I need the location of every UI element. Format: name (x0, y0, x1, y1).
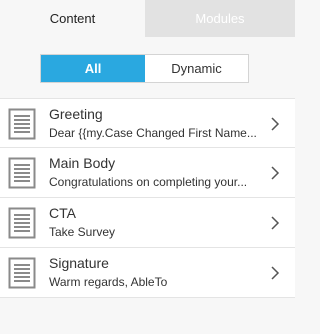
chevron-right-icon[interactable] (270, 215, 280, 231)
filter-dynamic-button[interactable]: Dynamic (145, 55, 248, 82)
list-item-title: Signature (49, 255, 109, 271)
chevron-right-icon[interactable] (270, 116, 280, 132)
list-item-subtitle: Take Survey (49, 225, 116, 239)
list-item-cta[interactable]: CTA Take Survey (0, 198, 295, 248)
document-icon (8, 207, 36, 239)
list-item-subtitle: Dear {{my.Case Changed First Name... (49, 126, 257, 140)
filter-segmented-control: All Dynamic (40, 54, 249, 83)
document-icon (8, 108, 36, 140)
document-icon (8, 157, 36, 189)
list-item-signature[interactable]: Signature Warm regards, AbleTo (0, 248, 295, 298)
tab-modules[interactable]: Modules (145, 0, 295, 37)
list-item-subtitle: Warm regards, AbleTo (49, 275, 168, 289)
filter-all-button[interactable]: All (41, 55, 145, 82)
chevron-right-icon[interactable] (270, 265, 280, 281)
list-item-title: Greeting (49, 106, 103, 122)
list-item-subtitle: Congratulations on completing your... (49, 175, 248, 189)
list-item-title: Main Body (49, 155, 116, 171)
tab-bar: Content Modules (0, 0, 295, 37)
tab-content[interactable]: Content (0, 0, 145, 37)
chevron-right-icon[interactable] (270, 165, 280, 181)
list-item-greeting[interactable]: Greeting Dear {{my.Case Changed First Na… (0, 98, 295, 148)
document-icon (8, 257, 36, 289)
content-list: Greeting Dear {{my.Case Changed First Na… (0, 98, 295, 298)
list-item-title: CTA (49, 205, 76, 221)
list-item-main-body[interactable]: Main Body Congratulations on completing … (0, 148, 295, 198)
